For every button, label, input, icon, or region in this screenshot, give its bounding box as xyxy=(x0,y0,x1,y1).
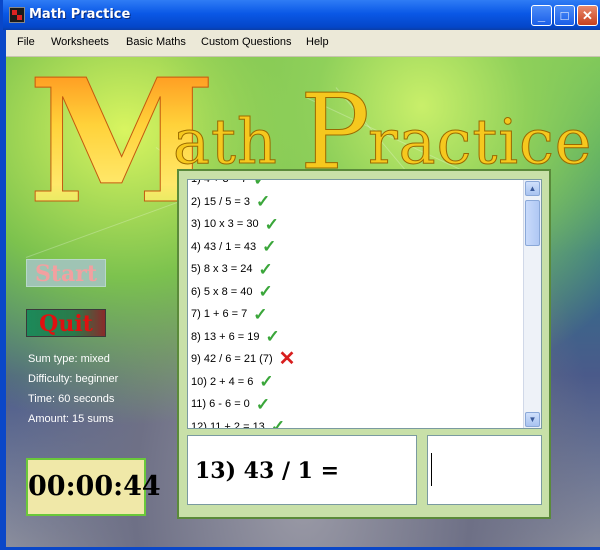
minimize-button[interactable]: _ xyxy=(531,5,552,26)
check-icon: ✓ xyxy=(258,259,273,279)
result-row: 5) 8 x 3 = 24 ✓ xyxy=(188,258,523,281)
result-row: 12) 11 + 2 = 13 ✓ xyxy=(188,416,523,429)
results-rows: 1) 4 + 3 = 7 ✓ 2) 15 / 5 = 3 ✓ 3) 10 x 3 = … xyxy=(188,179,523,429)
quit-button[interactable]: Quit xyxy=(26,309,106,337)
results-list[interactable]: 1) 4 + 3 = 7 ✓ 2) 15 / 5 = 3 ✓ 3) 10 x 3 = … xyxy=(187,179,542,429)
check-icon: ✓ xyxy=(270,417,286,429)
result-row: 7) 1 + 6 = 7 ✓ xyxy=(188,303,523,326)
result-text: 3) 10 x 3 = 30 xyxy=(191,218,259,231)
amount-label: Amount: 15 sums xyxy=(28,413,114,425)
result-text: 6) 5 x 8 = 40 xyxy=(191,285,253,298)
check-icon: ✓ xyxy=(255,394,271,414)
logo-text-ractice: ractice xyxy=(367,105,593,179)
logo-text-ath: ath xyxy=(173,105,278,179)
countdown-timer: 00:00:44 xyxy=(26,458,161,516)
answer-input[interactable] xyxy=(427,435,542,505)
title-bar[interactable]: Math Practice _ □ ✕ xyxy=(3,0,600,30)
result-row: 10) 2 + 4 = 6 ✓ xyxy=(188,371,523,394)
current-question: 13) 43 / 1 = xyxy=(187,435,417,505)
check-icon: ✓ xyxy=(256,192,271,212)
result-row: 4) 43 / 1 = 43 ✓ xyxy=(188,236,523,259)
check-icon: ✓ xyxy=(262,237,277,257)
result-text: 5) 8 x 3 = 24 xyxy=(191,263,253,276)
time-label: Time: 60 seconds xyxy=(28,393,115,405)
result-row: 9) 42 / 6 = 21 (7) ✕ xyxy=(188,348,523,371)
result-row: 3) 10 x 3 = 30 ✓ xyxy=(188,213,523,236)
check-icon: ✓ xyxy=(259,372,274,392)
menu-worksheets[interactable]: Worksheets xyxy=(51,36,109,48)
check-icon: ✓ xyxy=(253,304,268,324)
scroll-down-button[interactable]: ▼ xyxy=(525,412,540,427)
check-icon: ✓ xyxy=(264,214,279,234)
result-text: 10) 2 + 4 = 6 xyxy=(191,375,254,388)
result-row: 6) 5 x 8 = 40 ✓ xyxy=(188,281,523,304)
text-caret xyxy=(431,453,432,486)
difficulty-label: Difficulty: beginner xyxy=(28,373,119,385)
close-button[interactable]: ✕ xyxy=(577,5,598,26)
sum-type-label: Sum type: mixed xyxy=(28,353,110,365)
result-text: 11) 6 - 6 = 0 xyxy=(191,398,250,411)
result-row: 2) 15 / 5 = 3 ✓ xyxy=(188,191,523,214)
result-text: 12) 11 + 2 = 13 xyxy=(191,420,265,429)
result-text: 8) 13 + 6 = 19 xyxy=(191,330,260,343)
app-window: Math Practice _ □ ✕ File Worksheets Basi… xyxy=(0,0,600,550)
result-text: 2) 15 / 5 = 3 xyxy=(191,195,251,208)
menu-bar: File Worksheets Basic Maths Custom Quest… xyxy=(6,30,600,57)
cross-icon: ✕ xyxy=(278,348,296,371)
window-title: Math Practice xyxy=(29,7,131,22)
maximize-button[interactable]: □ xyxy=(554,5,575,26)
main-area: M ath P ractice Start Quit Sum type: mix… xyxy=(6,57,600,547)
result-text: 9) 42 / 6 = 21 (7) xyxy=(191,353,273,366)
menu-basic-maths[interactable]: Basic Maths xyxy=(126,36,186,48)
check-icon: ✓ xyxy=(258,282,273,302)
scroll-thumb[interactable] xyxy=(525,200,540,246)
result-text: 4) 43 / 1 = 43 xyxy=(191,240,257,253)
partial-row: 1) 4 + 3 = 7 ✓ xyxy=(191,179,268,189)
check-icon: ✓ xyxy=(265,327,280,347)
app-icon xyxy=(9,7,25,23)
results-scrollbar[interactable]: ▲ ▼ xyxy=(523,180,541,428)
result-text: 7) 1 + 6 = 7 xyxy=(191,308,248,321)
menu-help[interactable]: Help xyxy=(306,36,329,48)
practice-panel: 1) 4 + 3 = 7 ✓ 2) 15 / 5 = 3 ✓ 3) 10 x 3 = … xyxy=(177,169,551,519)
menu-file[interactable]: File xyxy=(17,36,35,48)
result-row: 8) 13 + 6 = 19 ✓ xyxy=(188,326,523,349)
scroll-up-button[interactable]: ▲ xyxy=(525,181,540,196)
start-button[interactable]: Start xyxy=(26,259,106,287)
menu-custom-questions[interactable]: Custom Questions xyxy=(201,36,291,48)
result-row: 11) 6 - 6 = 0 ✓ xyxy=(188,393,523,416)
